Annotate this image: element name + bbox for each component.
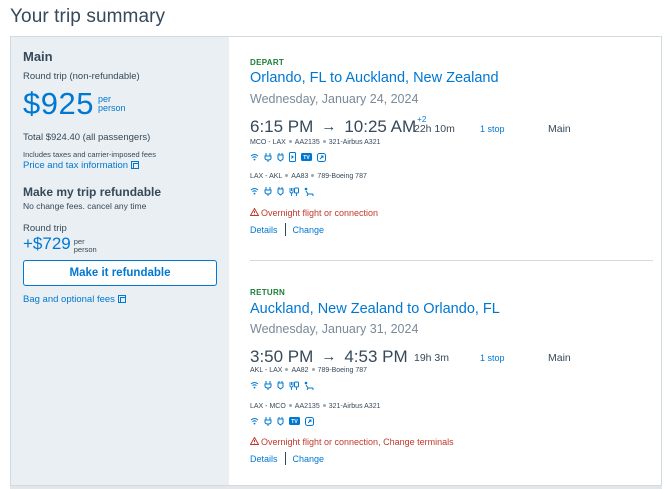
return-stops-link[interactable]: 1 stop — [480, 353, 505, 363]
arrival-time: 10:25 AM — [344, 117, 417, 136]
return-details-link[interactable]: Details — [250, 454, 278, 464]
leg-info: LAX - AKL AA83 789-Boeing 787 — [250, 173, 367, 180]
leg-info: MCO - LAX AA2135 321-Airbus A321 — [250, 139, 381, 146]
power-icon — [264, 186, 272, 196]
trip-summary-card: Main Round trip (non-refundable) $925 pe… — [10, 36, 662, 486]
leg-info: LAX - MCO AA2135 321-Airbus A321 — [250, 403, 381, 410]
return-duration: 19h 3m — [414, 352, 450, 364]
copy-icon — [117, 295, 126, 303]
price-block: $925 per person — [23, 85, 126, 123]
trip-type: Round trip (non-refundable) — [23, 71, 140, 82]
refund-title: Make my trip refundable — [23, 185, 162, 199]
return-times: 3:50 PM → 4:53 PM — [250, 347, 408, 367]
streaming-icon — [289, 152, 296, 162]
depart-duration: 22h 10m — [414, 123, 455, 135]
arrow-right-icon: → — [321, 348, 337, 365]
refund-note: No change fees. cancel any time — [23, 201, 147, 211]
arrival-time: 4:53 PM — [344, 347, 408, 366]
return-cabin: Main — [548, 352, 571, 364]
itinerary-panel: DEPART Orlando, FL to Auckland, New Zeal… — [229, 37, 661, 485]
price-per-person: $925 — [23, 86, 94, 121]
segment-divider — [250, 260, 653, 261]
depart-times: 6:15 PM → 10:25 AM +2 — [250, 115, 426, 137]
apps-icon — [305, 416, 314, 426]
depart-change-link[interactable]: Change — [293, 225, 325, 235]
power-icon — [264, 152, 272, 162]
refund-price: +$729 — [23, 234, 71, 253]
depart-stops-link[interactable]: 1 stop — [480, 124, 505, 134]
wifi-icon — [250, 382, 259, 389]
wifi-icon — [250, 418, 259, 425]
depart-details-link[interactable]: Details — [250, 225, 278, 235]
cabin-label: Main — [23, 49, 53, 64]
dining-icon — [289, 381, 299, 390]
warning-icon — [249, 207, 260, 218]
usb-icon — [277, 186, 284, 196]
apps-icon — [317, 152, 326, 162]
refund-per-person-label: per person — [73, 237, 97, 254]
svg-text:TV: TV — [291, 419, 298, 425]
usb-icon — [277, 380, 284, 390]
amenities-row: TV — [250, 416, 314, 426]
return-change-link[interactable]: Change — [293, 454, 325, 464]
tv-icon: TV — [289, 417, 300, 425]
price-tax-info-link[interactable]: Price and tax information — [23, 160, 140, 171]
svg-text:TV: TV — [303, 155, 310, 161]
power-icon — [264, 380, 272, 390]
depart-actions: Details Change — [250, 223, 324, 236]
usb-icon — [277, 416, 284, 426]
lie-flat-seat-icon — [304, 381, 314, 390]
departure-time: 6:15 PM — [250, 117, 314, 136]
power-icon — [264, 416, 272, 426]
copy-icon — [131, 161, 140, 169]
depart-date: Wednesday, January 24, 2024 — [250, 92, 419, 106]
lie-flat-seat-icon — [304, 187, 314, 196]
tv-icon: TV — [301, 153, 312, 161]
departure-time: 3:50 PM — [250, 347, 314, 366]
make-refundable-button[interactable]: Make it refundable — [23, 260, 217, 286]
depart-label: DEPART — [250, 58, 285, 67]
depart-warning: Overnight flight or connection — [249, 207, 378, 218]
bag-fees-link[interactable]: Bag and optional fees — [23, 294, 126, 305]
page-title: Your trip summary — [10, 6, 166, 27]
return-date: Wednesday, January 31, 2024 — [250, 322, 419, 336]
depart-route: Orlando, FL to Auckland, New Zealand — [250, 70, 499, 86]
dining-icon — [289, 187, 299, 196]
return-actions: Details Change — [250, 452, 324, 465]
total-price: Total $924.40 (all passengers) — [23, 132, 151, 143]
price-summary-panel: Main Round trip (non-refundable) $925 pe… — [11, 37, 229, 485]
depart-cabin: Main — [548, 123, 571, 135]
amenities-row: TV — [250, 152, 326, 162]
arrow-right-icon: → — [321, 118, 337, 135]
return-route: Auckland, New Zealand to Orlando, FL — [250, 301, 500, 317]
leg-info: AKL - LAX AA82 789-Boeing 787 — [250, 367, 367, 374]
usb-icon — [277, 152, 284, 162]
return-label: RETURN — [250, 288, 286, 297]
warning-icon — [249, 436, 260, 447]
refund-price-block: +$729 per person — [23, 234, 97, 254]
wifi-icon — [250, 188, 259, 195]
per-person-label: per person — [97, 94, 126, 113]
taxes-note: Includes taxes and carrier-imposed fees — [23, 150, 156, 159]
amenities-row — [250, 186, 314, 196]
return-warning: Overnight flight or connection, Change t… — [249, 436, 454, 447]
amenities-row — [250, 380, 314, 390]
wifi-icon — [250, 154, 259, 161]
refund-trip-type: Round trip — [23, 223, 67, 234]
